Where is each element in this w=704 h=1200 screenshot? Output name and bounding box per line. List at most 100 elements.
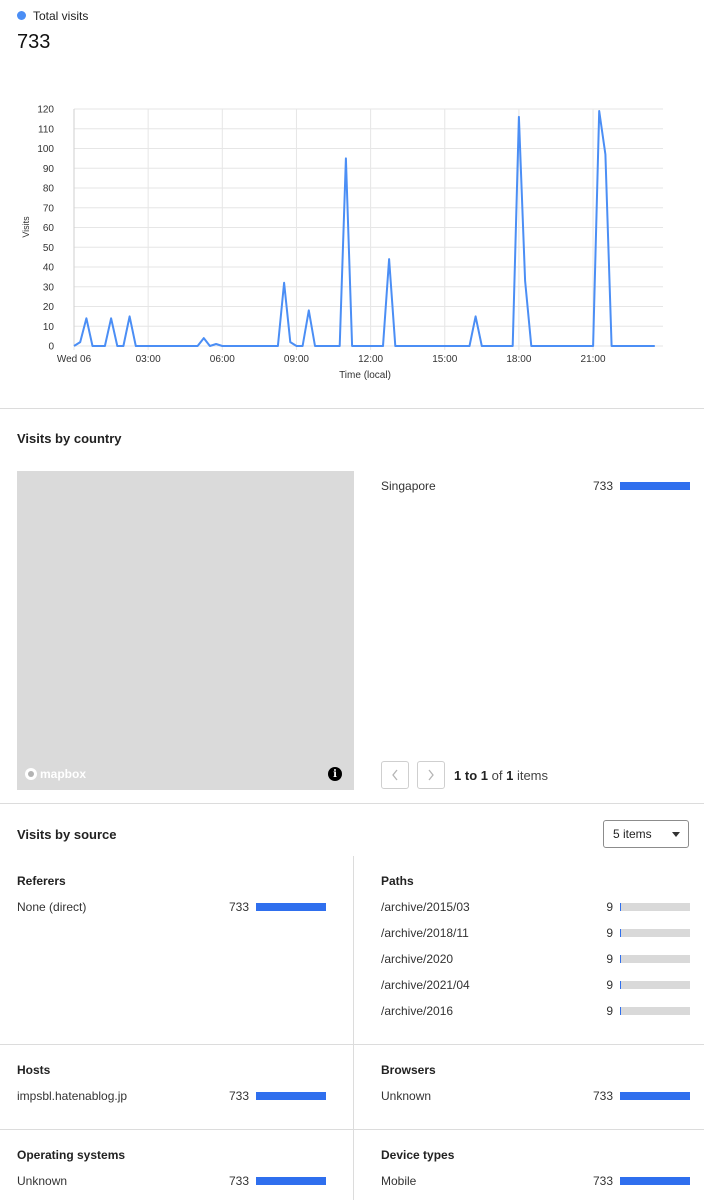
visits-line-chart: 0 10 20 30 40 50 60 70 80 90 100 110 120 Wed 06 03:00… (21, 105, 663, 381)
chart-y-tick-label: 50 (43, 243, 55, 254)
list-item-bar-track (256, 903, 326, 911)
divider-source-row-2 (0, 1129, 704, 1130)
list-item-bar-fill (620, 482, 690, 490)
list-item-count: 9 (606, 952, 613, 966)
mapbox-logo[interactable]: mapbox (25, 767, 86, 781)
divider-source-columns (353, 856, 354, 1200)
list-item-count: 9 (606, 1004, 613, 1018)
device-types-title: Device types (381, 1148, 455, 1162)
list-item-count: 733 (228, 900, 249, 914)
mapbox-logo-text: mapbox (40, 767, 87, 781)
chart-y-tick-label: 120 (37, 105, 54, 116)
chart-y-tick-label: 10 (43, 322, 55, 333)
chart-y-tick-label: 70 (43, 203, 55, 214)
list-item-label[interactable]: Singapore (381, 479, 436, 493)
list-item-bar-track (620, 929, 690, 937)
list-item-bar-fill (256, 903, 326, 911)
chart-y-axis-label: Visits (21, 216, 31, 238)
list-item-bar-track (256, 1092, 326, 1100)
list-item-count: 9 (606, 978, 613, 992)
chart-series-line (73, 110, 655, 347)
list-item-count: 733 (592, 479, 613, 493)
list-item-label[interactable]: /archive/2015/03 (381, 900, 470, 914)
legend-label-total-visits: Total visits (33, 9, 89, 23)
chart-y-tick-label: 30 (43, 282, 55, 293)
list-item-bar-track (620, 955, 690, 963)
list-item-label[interactable]: Mobile (381, 1174, 416, 1188)
chart-x-tick-label: 15:00 (432, 354, 457, 365)
list-item-bar-fill (620, 1177, 690, 1185)
browsers-title: Browsers (381, 1063, 436, 1077)
list-item-bar-track (620, 981, 690, 989)
list-item-count: 9 (606, 900, 613, 914)
chart-x-tick-label: 03:00 (136, 354, 161, 365)
pagination-prev-button[interactable] (381, 761, 409, 789)
list-item-bar-track (620, 903, 690, 911)
total-visits-value: 733 (17, 31, 51, 53)
chart-x-tick-label: 18:00 (506, 354, 531, 365)
pagination-items-word: items (516, 768, 549, 783)
paths-title: Paths (381, 874, 414, 888)
chart-y-tick-label: 0 (48, 342, 54, 353)
chart-x-axis-label: Time (local) (339, 370, 391, 381)
list-item-label[interactable]: /archive/2020 (381, 952, 453, 966)
chart-x-tick-label: 09:00 (284, 354, 309, 365)
list-item-bar-track (620, 1177, 690, 1185)
list-item-count: 733 (228, 1089, 249, 1103)
chart-series-group (73, 110, 655, 347)
pagination-of-word: of (491, 768, 503, 783)
list-item-bar-fill (620, 1007, 621, 1015)
pagination-next-button[interactable] (417, 761, 445, 789)
list-item-bar-fill (620, 929, 621, 937)
items-per-page-value: 5 items (613, 827, 652, 841)
list-item-label[interactable]: Unknown (17, 1174, 67, 1188)
list-item-bar-fill (620, 981, 621, 989)
list-item-bar-fill (620, 955, 621, 963)
list-item-label[interactable]: None (direct) (17, 900, 86, 914)
divider-country (0, 803, 704, 804)
pagination-to-word: to (464, 768, 478, 783)
items-per-page-select[interactable]: 5 items (603, 820, 689, 848)
chart-grid (73, 108, 663, 350)
chevron-right-icon (428, 769, 434, 781)
hosts-title: Hosts (17, 1063, 51, 1077)
chart-x-tick-label: 21:00 (581, 354, 606, 365)
chart-y-tick-label: 60 (43, 223, 55, 234)
pagination-summary: 1 to 1 of 1 items (454, 768, 548, 783)
list-item-count: 733 (592, 1174, 613, 1188)
list-item-bar-track (620, 482, 690, 490)
pagination-total: 1 (506, 768, 514, 783)
list-item-label[interactable]: impsbl.hatenablog.jp (17, 1089, 127, 1103)
visits-by-country-title: Visits by country (17, 431, 122, 446)
list-item-label[interactable]: /archive/2016 (381, 1004, 453, 1018)
divider-source-row-1 (0, 1044, 704, 1045)
chart-x-ticks: Wed 06 03:00 06:00 09:00 12:00 15:00 18:00 21:0… (57, 354, 606, 365)
chart-x-tick-label: 06:00 (210, 354, 235, 365)
visits-by-source-title: Visits by source (17, 827, 117, 842)
list-item-label[interactable]: /archive/2021/04 (381, 978, 470, 992)
chevron-left-icon (392, 769, 398, 781)
chart-y-tick-label: 100 (37, 144, 54, 155)
list-item-label[interactable]: Unknown (381, 1089, 431, 1103)
list-item-bar-track (620, 1007, 690, 1015)
pagination-from: 1 (454, 768, 462, 783)
country-map[interactable]: mapbox i (17, 471, 354, 790)
list-item-bar-fill (620, 1092, 690, 1100)
map-info-icon[interactable]: i (328, 767, 342, 781)
referers-title: Referers (17, 874, 66, 888)
caret-down-icon (672, 831, 680, 837)
operating-systems-title: Operating systems (17, 1148, 126, 1162)
chart-y-ticks: 0 10 20 30 40 50 60 70 80 90 100 110 120 (37, 105, 54, 353)
list-item-bar-fill (620, 903, 621, 911)
list-item-bar-track (256, 1177, 326, 1185)
list-item-count: 733 (228, 1174, 249, 1188)
chart-y-tick-label: 80 (43, 184, 55, 195)
list-item-label[interactable]: /archive/2018/11 (381, 926, 469, 940)
chart-y-tick-label: 20 (43, 302, 55, 313)
chart-y-tick-label: 90 (43, 164, 55, 175)
list-item-bar-fill (256, 1092, 326, 1100)
list-item-bar-track (620, 1092, 690, 1100)
chart-y-tick-label: 40 (43, 263, 55, 274)
list-item-count: 9 (606, 926, 613, 940)
legend-dot-total-visits (17, 11, 26, 20)
